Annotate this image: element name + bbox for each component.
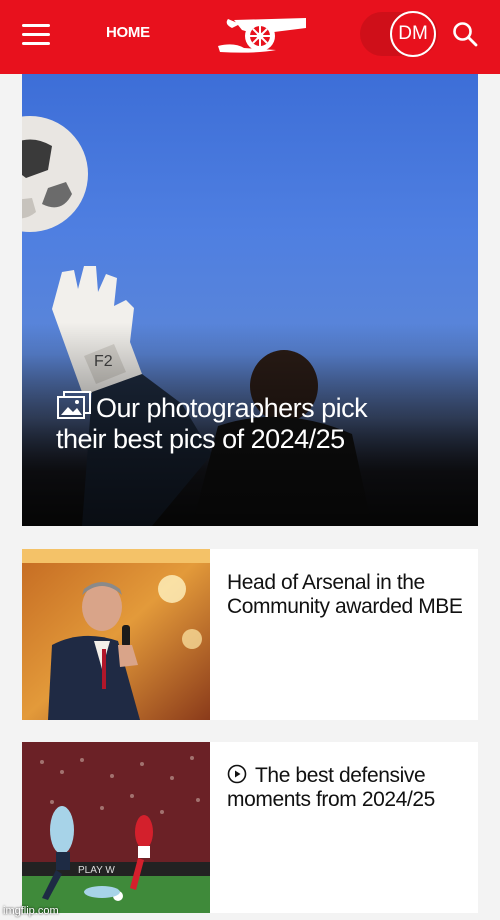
search-icon[interactable] [451, 20, 479, 48]
user-avatar[interactable]: DM [390, 11, 436, 57]
watermark: imgflip.com [3, 905, 59, 917]
article-thumbnail-match: PLAY W [22, 742, 210, 913]
hero-title-text: Our photographers pick their best pics o… [56, 393, 368, 454]
top-navigation-bar: HOME DM [0, 0, 500, 74]
hero-headline[interactable]: Our photographers pick their best pics o… [56, 390, 416, 455]
svg-text:PLAY W: PLAY W [78, 865, 115, 876]
arsenal-cannon-logo[interactable] [214, 14, 308, 54]
article-card-mbe[interactable]: Head of Arsenal in the Community awarded… [22, 549, 478, 720]
article-title-text: The best defensive moments from 2024/25 [227, 764, 435, 811]
article-thumbnail-speaker [22, 549, 210, 720]
play-video-icon [227, 764, 247, 784]
article-title[interactable]: The best defensive moments from 2024/25 [227, 764, 467, 812]
hero-gradient-overlay [22, 74, 478, 526]
home-link[interactable]: HOME [106, 24, 150, 41]
featured-gallery-card[interactable]: F2 Our photographers pick their best pic… [22, 74, 478, 526]
hamburger-menu-icon[interactable] [22, 24, 50, 46]
photo-gallery-icon [57, 391, 91, 419]
article-card-defensive-moments[interactable]: PLAY W The best defensive moments from 2… [22, 742, 478, 913]
article-title[interactable]: Head of Arsenal in the Community awarded… [227, 571, 467, 619]
